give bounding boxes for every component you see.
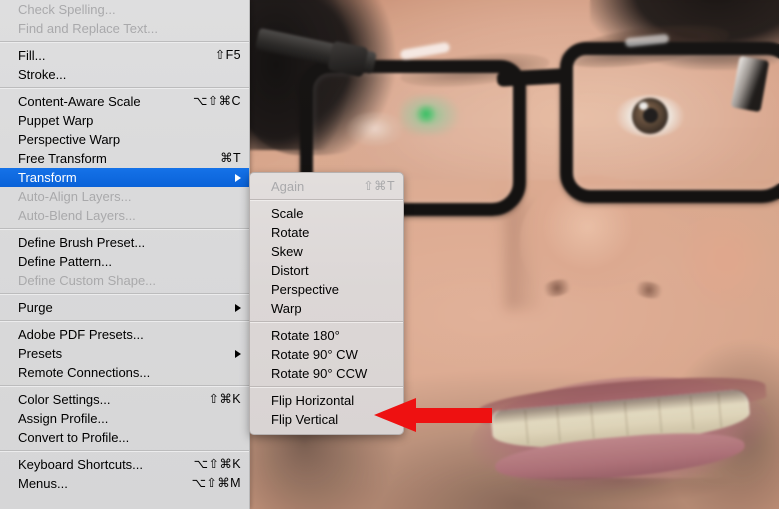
photo-chin-shadow — [500, 478, 740, 509]
menu-item-label: Find and Replace Text... — [18, 21, 158, 36]
menu-item-shortcut: ⌘T — [220, 151, 241, 165]
submenu-item-label: Again — [271, 179, 305, 194]
menu-separator — [0, 293, 249, 295]
menu-item-presets[interactable]: Presets — [0, 344, 249, 363]
menu-item-label: Define Custom Shape... — [18, 273, 157, 288]
submenu-item-perspective[interactable]: Perspective — [250, 280, 403, 299]
submenu-item-rotate-90-ccw[interactable]: Rotate 90° CCW — [250, 364, 403, 383]
submenu-item-label: Distort — [271, 263, 309, 278]
menu-separator — [0, 385, 249, 387]
submenu-item-label: Rotate 180° — [271, 328, 340, 343]
menu-item-auto-align-layers[interactable]: Auto-Align Layers... — [0, 187, 249, 206]
menu-item-keyboard-shortcuts[interactable]: Keyboard Shortcuts... ⌥⇧⌘K — [0, 455, 249, 474]
screenshot-root: Check Spelling... Find and Replace Text.… — [0, 0, 779, 509]
menu-item-label: Menus... — [18, 476, 68, 491]
submenu-item-label: Warp — [271, 301, 302, 316]
menu-item-puppet-warp[interactable]: Puppet Warp — [0, 111, 249, 130]
menu-item-stroke[interactable]: Stroke... — [0, 65, 249, 84]
menu-item-check-spelling[interactable]: Check Spelling... — [0, 0, 249, 19]
menu-item-label: Assign Profile... — [18, 411, 109, 426]
menu-item-adobe-pdf-presets[interactable]: Adobe PDF Presets... — [0, 325, 249, 344]
menu-item-label: Stroke... — [18, 67, 67, 82]
menu-separator — [0, 41, 249, 43]
submenu-item-skew[interactable]: Skew — [250, 242, 403, 261]
menu-item-shortcut: ⇧F5 — [214, 48, 241, 62]
submenu-arrow-icon — [235, 173, 241, 182]
submenu-item-flip-vertical[interactable]: Flip Vertical — [250, 410, 403, 429]
menu-item-shortcut: ⌥⇧⌘C — [192, 94, 241, 108]
menu-item-define-custom-shape[interactable]: Define Custom Shape... — [0, 271, 249, 290]
menu-item-label: Remote Connections... — [18, 365, 151, 380]
menu-item-define-pattern[interactable]: Define Pattern... — [0, 252, 249, 271]
menu-item-label: Auto-Blend Layers... — [18, 208, 136, 223]
menu-separator — [0, 228, 249, 230]
submenu-item-label: Flip Vertical — [271, 412, 339, 427]
submenu-item-label: Rotate 90° CW — [271, 347, 358, 362]
menu-item-label: Purge — [18, 300, 53, 315]
menu-item-purge[interactable]: Purge — [0, 298, 249, 317]
menu-item-label: Keyboard Shortcuts... — [18, 457, 144, 472]
submenu-item-label: Rotate 90° CCW — [271, 366, 368, 381]
menu-separator — [0, 87, 249, 89]
submenu-item-rotate-180[interactable]: Rotate 180° — [250, 326, 403, 345]
menu-item-remote-connections[interactable]: Remote Connections... — [0, 363, 249, 382]
submenu-arrow-icon — [235, 303, 241, 312]
menu-item-find-and-replace-text[interactable]: Find and Replace Text... — [0, 19, 249, 38]
menu-separator — [0, 450, 249, 452]
menu-item-label: Convert to Profile... — [18, 430, 130, 445]
submenu-item-label: Scale — [271, 206, 304, 221]
menu-item-define-brush-preset[interactable]: Define Brush Preset... — [0, 233, 249, 252]
edit-menu: Check Spelling... Find and Replace Text.… — [0, 0, 250, 509]
photo-lens-green-highlight — [415, 105, 437, 123]
menu-item-fill[interactable]: Fill... ⇧F5 — [0, 46, 249, 65]
menu-item-label: Presets — [18, 346, 63, 361]
submenu-separator — [250, 199, 403, 201]
transform-submenu: Again ⇧⌘T Scale Rotate Skew Distort Pers… — [249, 172, 404, 435]
menu-item-content-aware-scale[interactable]: Content-Aware Scale ⌥⇧⌘C — [0, 92, 249, 111]
menu-item-perspective-warp[interactable]: Perspective Warp — [0, 130, 249, 149]
submenu-item-label: Skew — [271, 244, 303, 259]
submenu-separator — [250, 386, 403, 388]
menu-separator — [0, 320, 249, 322]
submenu-item-label: Perspective — [271, 282, 339, 297]
menu-item-menus[interactable]: Menus... ⌥⇧⌘M — [0, 474, 249, 493]
menu-item-label: Color Settings... — [18, 392, 111, 407]
submenu-item-label: Flip Horizontal — [271, 393, 355, 408]
menu-item-shortcut: ⌥⇧⌘M — [191, 476, 241, 490]
menu-item-convert-to-profile[interactable]: Convert to Profile... — [0, 428, 249, 447]
menu-item-color-settings[interactable]: Color Settings... ⇧⌘K — [0, 390, 249, 409]
menu-item-label: Puppet Warp — [18, 113, 94, 128]
submenu-item-shortcut: ⇧⌘T — [363, 179, 395, 193]
submenu-item-rotate[interactable]: Rotate — [250, 223, 403, 242]
menu-item-label: Transform — [18, 170, 77, 185]
menu-item-transform[interactable]: Transform — [0, 168, 249, 187]
menu-item-label: Free Transform — [18, 151, 107, 166]
menu-item-auto-blend-layers[interactable]: Auto-Blend Layers... — [0, 206, 249, 225]
menu-item-label: Check Spelling... — [18, 2, 116, 17]
submenu-item-warp[interactable]: Warp — [250, 299, 403, 318]
submenu-item-flip-horizontal[interactable]: Flip Horizontal — [250, 391, 403, 410]
menu-item-label: Adobe PDF Presets... — [18, 327, 144, 342]
menu-item-label: Fill... — [18, 48, 46, 63]
menu-item-shortcut: ⇧⌘K — [208, 392, 241, 406]
menu-item-assign-profile[interactable]: Assign Profile... — [0, 409, 249, 428]
menu-item-shortcut: ⌥⇧⌘K — [193, 457, 241, 471]
submenu-item-rotate-90-cw[interactable]: Rotate 90° CW — [250, 345, 403, 364]
submenu-item-again[interactable]: Again ⇧⌘T — [250, 177, 403, 196]
menu-item-label: Perspective Warp — [18, 132, 121, 147]
submenu-arrow-icon — [235, 349, 241, 358]
submenu-item-scale[interactable]: Scale — [250, 204, 403, 223]
submenu-separator — [250, 321, 403, 323]
menu-item-label: Auto-Align Layers... — [18, 189, 132, 204]
menu-item-label: Content-Aware Scale — [18, 94, 141, 109]
submenu-item-distort[interactable]: Distort — [250, 261, 403, 280]
menu-item-free-transform[interactable]: Free Transform ⌘T — [0, 149, 249, 168]
menu-item-label: Define Brush Preset... — [18, 235, 146, 250]
submenu-item-label: Rotate — [271, 225, 310, 240]
menu-item-label: Define Pattern... — [18, 254, 112, 269]
